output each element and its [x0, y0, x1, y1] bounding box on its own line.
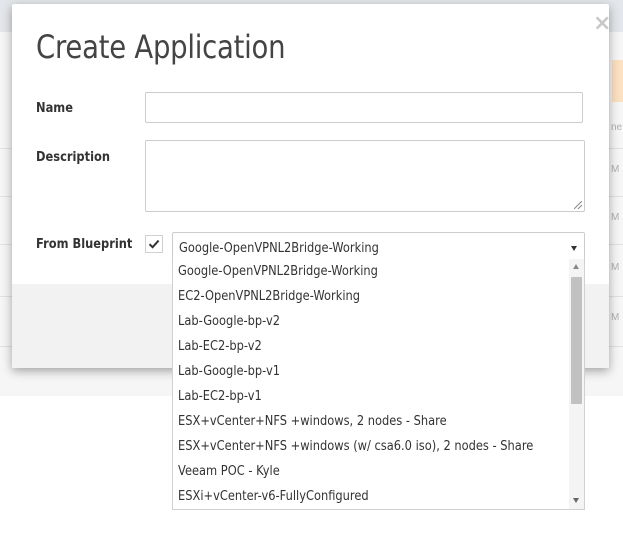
checkmark-icon: [148, 239, 160, 249]
background-cell-fragment: M: [611, 164, 620, 175]
name-input[interactable]: [145, 92, 583, 123]
blueprint-dropdown-list[interactable]: Google-OpenVPNL2Bridge-Working EC2-OpenV…: [172, 259, 585, 510]
resize-grip-icon[interactable]: [574, 201, 582, 209]
description-label: Description: [36, 150, 111, 165]
chevron-down-icon[interactable]: [571, 246, 577, 251]
dropdown-option[interactable]: Lab-EC2-bp-v1: [178, 389, 262, 404]
name-label: Name: [36, 101, 73, 116]
background-column-header-fragment: ne: [611, 122, 623, 133]
dropdown-option[interactable]: ESXi+vCenter-v6-FullyConfigured: [178, 489, 369, 504]
from-blueprint-checkbox[interactable]: [145, 235, 163, 253]
close-icon[interactable]: ×: [593, 13, 611, 35]
dropdown-option[interactable]: ESX+vCenter+NFS +windows, 2 nodes - Shar…: [178, 414, 447, 429]
dropdown-option[interactable]: EC2-OpenVPNL2Bridge-Working: [178, 289, 360, 304]
background-cell-fragment: M: [611, 312, 620, 323]
dropdown-scrollbar[interactable]: [569, 259, 584, 509]
dropdown-option[interactable]: ESX+vCenter+NFS +windows (w/ csa6.0 iso)…: [178, 439, 533, 454]
description-textarea[interactable]: [145, 140, 585, 212]
from-blueprint-label: From Blueprint: [36, 237, 133, 252]
dialog-title: Create Application: [36, 28, 286, 66]
scroll-down-arrow-icon[interactable]: [573, 498, 579, 503]
scroll-up-arrow-icon[interactable]: [573, 264, 579, 269]
scrollbar-thumb[interactable]: [571, 277, 582, 404]
background-cell-fragment: M: [611, 212, 620, 223]
dropdown-option[interactable]: Lab-EC2-bp-v2: [178, 339, 262, 354]
background-alert-strip: [612, 60, 623, 102]
dropdown-option[interactable]: Veeam POC - Kyle: [178, 464, 280, 479]
dropdown-option[interactable]: Lab-Google-bp-v1: [178, 364, 280, 379]
dropdown-option[interactable]: Google-OpenVPNL2Bridge-Working: [178, 264, 378, 279]
blueprint-select-value: Google-OpenVPNL2Bridge-Working: [179, 241, 379, 256]
dropdown-option[interactable]: Lab-Google-bp-v2: [178, 314, 280, 329]
background-cell-fragment: M: [611, 262, 620, 273]
